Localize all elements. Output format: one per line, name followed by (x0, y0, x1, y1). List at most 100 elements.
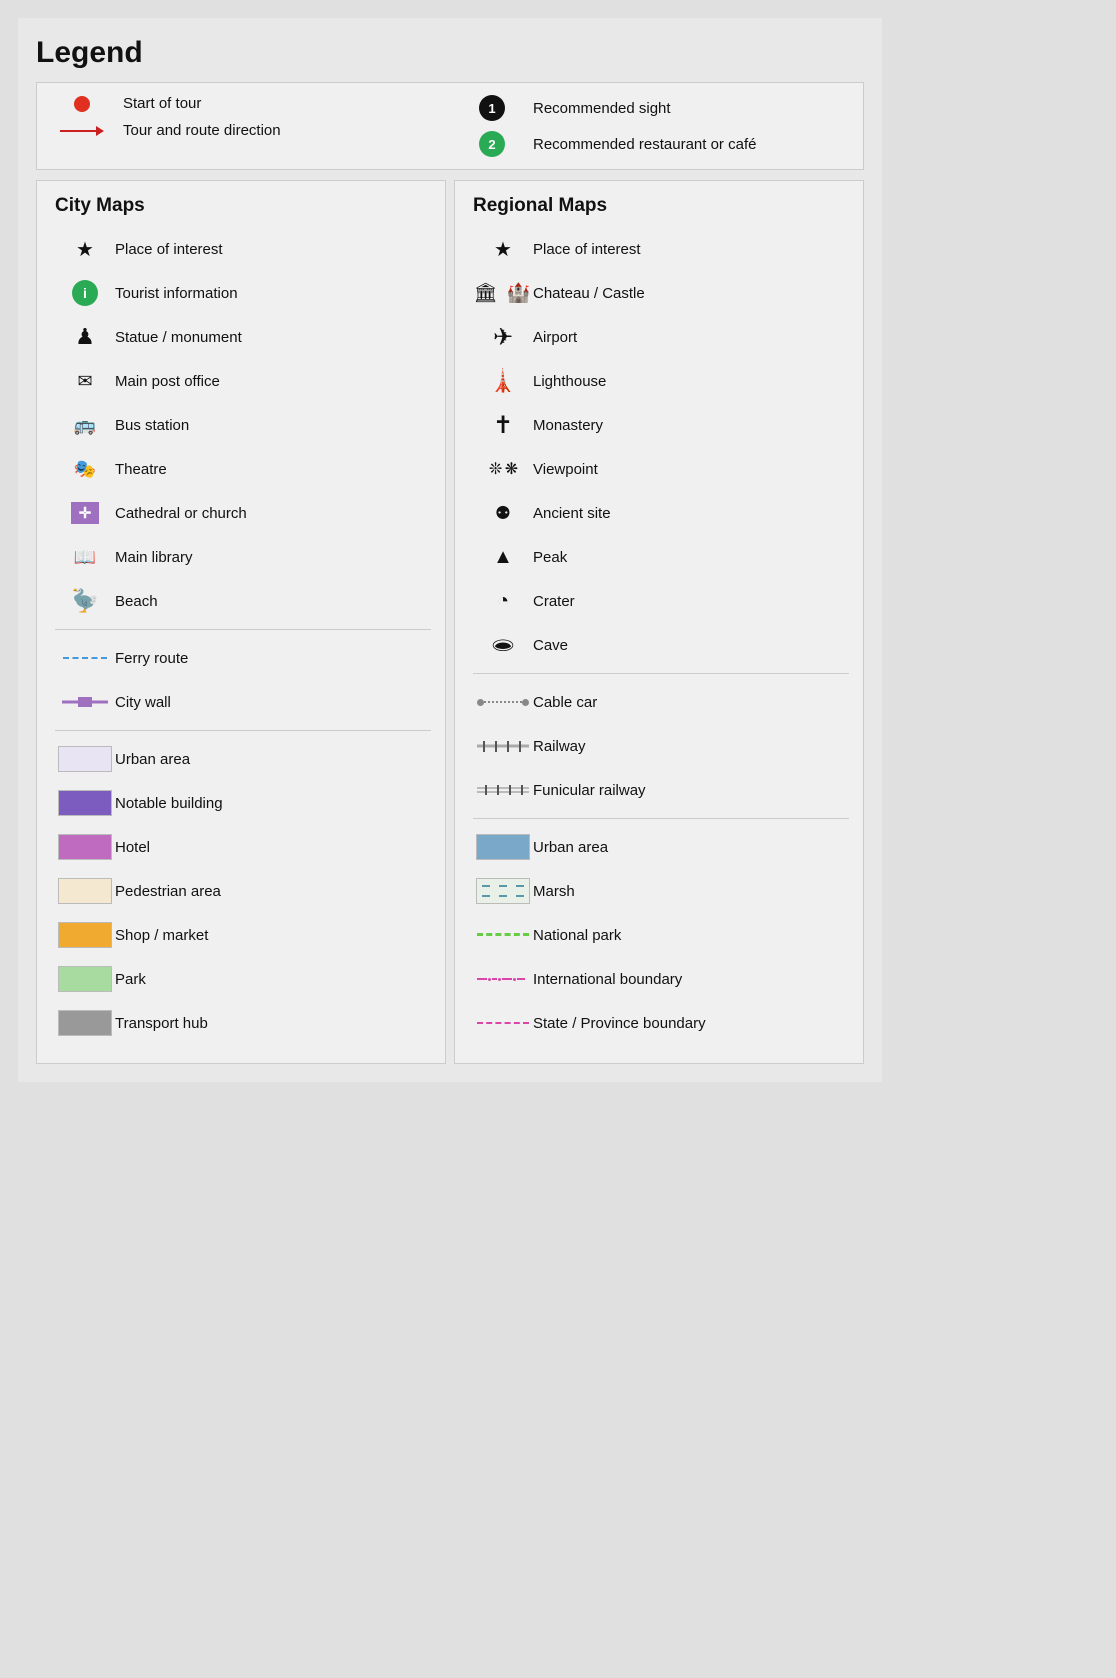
city-wall-rect (78, 697, 92, 707)
marsh-dash (516, 895, 524, 897)
regional-urban-label: Urban area (533, 839, 849, 856)
theatre-label: Theatre (115, 461, 431, 478)
funicular-tick-1 (485, 785, 487, 795)
ferry-line-icon (63, 657, 107, 659)
viewpoint-icon: ❊ ❋ (489, 459, 517, 479)
regional-state-boundary: State / Province boundary (473, 1001, 849, 1045)
viewpoint-label: Viewpoint (533, 461, 849, 478)
regional-maps-column: Regional Maps ★ Place of interest 🏛 🏰 Ch… (454, 180, 864, 1064)
divider-1 (55, 629, 431, 630)
intl-dash-2 (492, 978, 497, 981)
railway-tick-2 (495, 741, 497, 752)
funicular-icon-col (473, 783, 533, 797)
tourist-info-label: Tourist information (115, 285, 431, 302)
city-theatre: 🎭 Theatre (55, 447, 431, 491)
regional-place-of-interest: ★ Place of interest (473, 227, 849, 271)
hotel-label: Hotel (115, 839, 431, 856)
cable-car-label: Cable car (533, 694, 849, 711)
regional-place-label: Place of interest (533, 241, 849, 258)
chateau-label: Chateau / Castle (533, 285, 849, 302)
top-section: Start of tour Tour and route direction 1… (36, 82, 864, 170)
regional-star-icon: ★ (494, 237, 512, 262)
beach-icon: 🦤 (71, 588, 98, 614)
regional-funicular: Funicular railway (473, 768, 849, 812)
city-wall-icon (62, 696, 108, 708)
regional-divider-2 (473, 818, 849, 819)
funicular-tick-2 (497, 785, 499, 795)
recommended-restaurant-icon-cell: 2 (465, 131, 519, 157)
bus-icon: 🚌 (74, 415, 96, 436)
city-urban: Urban area (55, 737, 431, 781)
statue-label: Statue / monument (115, 329, 431, 346)
city-wall-label: City wall (115, 694, 431, 711)
peak-icon: ▲ (493, 546, 513, 569)
route-direction-row: Tour and route direction (55, 122, 435, 139)
intl-dash-3 (502, 978, 512, 981)
marsh-line-1 (477, 885, 529, 887)
start-tour-label: Start of tour (123, 95, 435, 112)
regional-marsh: Marsh (473, 869, 849, 913)
city-beach: 🦤 Beach (55, 579, 431, 623)
city-pedestrian: Pedestrian area (55, 869, 431, 913)
city-transport: Transport hub (55, 1001, 431, 1045)
pedestrian-swatch-col (55, 878, 115, 904)
recommended-sight-icon-cell: 1 (465, 95, 519, 121)
intl-boundary-label: International boundary (533, 971, 849, 988)
beach-icon-col: 🦤 (55, 588, 115, 614)
regional-urban-swatch-col (473, 834, 533, 860)
cable-dashed-line (484, 701, 522, 703)
marsh-line-2 (477, 895, 529, 897)
route-direction-label: Tour and route direction (123, 122, 435, 139)
route-arrowhead (96, 126, 104, 136)
cave-label: Cave (533, 637, 849, 654)
star-icon: ★ (76, 237, 94, 262)
start-of-tour-row: Start of tour (55, 95, 435, 112)
marsh-dash (482, 885, 490, 887)
shop-swatch-col (55, 922, 115, 948)
urban-area-label: Urban area (115, 751, 431, 768)
airport-label: Airport (533, 329, 849, 346)
main-section: City Maps ★ Place of interest i Tourist … (36, 180, 864, 1064)
ancient-site-icon: ⚉ (495, 503, 511, 524)
monastery-label: Monastery (533, 417, 849, 434)
ferry-label: Ferry route (115, 650, 431, 667)
marsh-lines (477, 879, 529, 903)
notable-label: Notable building (115, 795, 431, 812)
regional-cable-car: Cable car (473, 680, 849, 724)
national-park-icon-col (473, 933, 533, 937)
intl-dot-1 (488, 978, 491, 981)
city-notable: Notable building (55, 781, 431, 825)
city-place-of-interest: ★ Place of interest (55, 227, 431, 271)
notable-swatch-col (55, 790, 115, 816)
house-castle-icon: 🏛 🏰 (473, 281, 532, 305)
transport-label: Transport hub (115, 1015, 431, 1032)
cathedral-label: Cathedral or church (115, 505, 431, 522)
funicular-label: Funicular railway (533, 782, 849, 799)
route-line (60, 130, 98, 132)
state-boundary-label: State / Province boundary (533, 1015, 849, 1032)
bus-station-label: Bus station (115, 417, 431, 434)
theatre-icon: 🎭 (74, 459, 96, 480)
city-park: Park (55, 957, 431, 1001)
ferry-icon-col (55, 657, 115, 659)
lighthouse-icon-col: 🗼 (473, 368, 533, 394)
post-office-icon-col: ✉ (55, 371, 115, 392)
route-arrow-icon (60, 126, 104, 136)
regional-urban: Urban area (473, 825, 849, 869)
pedestrian-label: Pedestrian area (115, 883, 431, 900)
regional-crater: ◔ Crater (473, 579, 849, 623)
transport-swatch (58, 1010, 112, 1036)
notable-building-swatch (58, 790, 112, 816)
theatre-icon-col: 🎭 (55, 459, 115, 480)
library-icon: 📖 (74, 547, 96, 568)
bus-icon-col: 🚌 (55, 415, 115, 436)
city-statue: ♟ Statue / monument (55, 315, 431, 359)
start-tour-dot (74, 96, 90, 112)
viewpoint-icon-col: ❊ ❋ (473, 459, 533, 479)
crater-icon: ◔ (497, 590, 509, 613)
crater-icon-col: ◔ (473, 590, 533, 613)
lighthouse-icon: 🗼 (489, 368, 516, 394)
railway-tick-1 (483, 741, 485, 752)
regional-national-park: National park (473, 913, 849, 957)
cave-icon-col: 🕳 (473, 633, 533, 658)
